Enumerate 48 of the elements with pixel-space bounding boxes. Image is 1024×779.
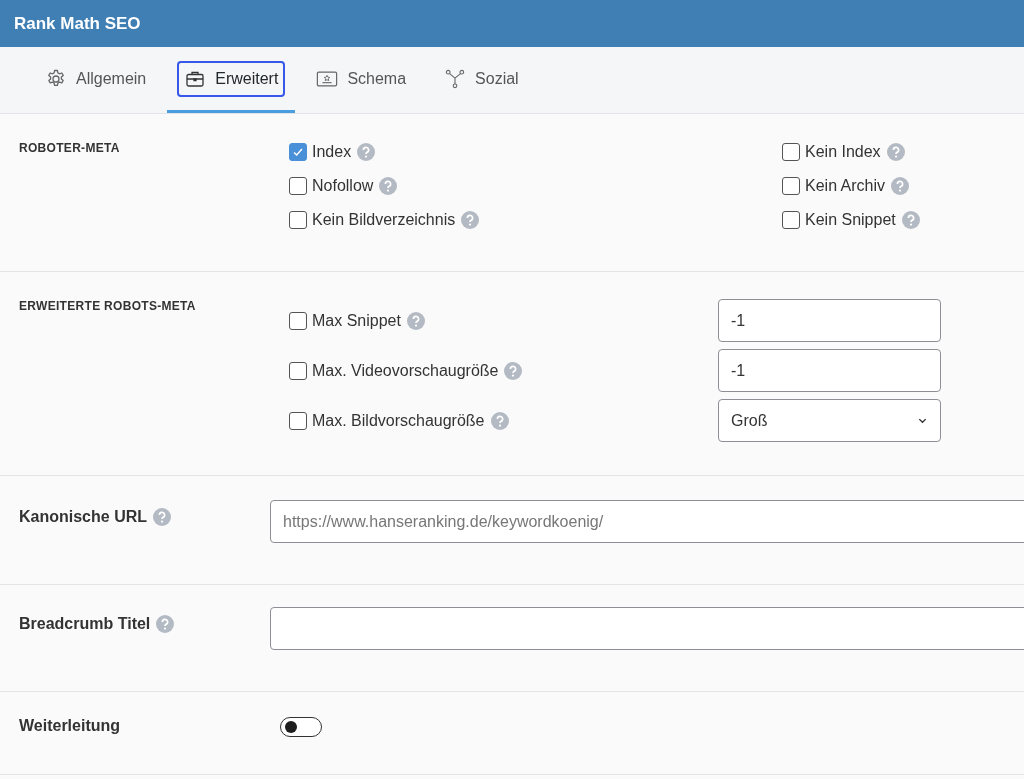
share-icon — [444, 68, 467, 89]
toggle-switch[interactable] — [280, 717, 322, 737]
checkbox-label: Max. Videovorschaugröße — [312, 361, 499, 380]
tab[interactable]: Allgemein — [28, 47, 164, 113]
tab[interactable]: Erweitert — [167, 47, 296, 113]
help-icon[interactable] — [901, 211, 920, 229]
section-heading: ERWEITERTE ROBOTS-META — [18, 299, 197, 315]
checkbox[interactable] — [782, 211, 800, 229]
panel-title: Rank Math SEO — [14, 13, 141, 34]
help-icon[interactable] — [153, 508, 171, 526]
checkbox[interactable] — [289, 311, 307, 330]
dropdown[interactable]: Groß — [718, 399, 941, 442]
help-icon[interactable] — [406, 311, 425, 330]
checkbox-label: Max Snippet — [312, 311, 401, 330]
section-heading: ROBOTER-META — [18, 141, 121, 157]
checkbox[interactable] — [782, 177, 800, 195]
help-icon[interactable] — [156, 615, 175, 633]
checkbox[interactable] — [289, 361, 307, 380]
checkbox-label: Nofollow — [312, 177, 374, 195]
checkbox[interactable] — [782, 143, 800, 161]
number-field[interactable]: -1 — [718, 299, 941, 342]
certificate-icon — [316, 68, 339, 89]
help-icon[interactable] — [379, 177, 398, 195]
number-field[interactable]: -1 — [718, 349, 941, 392]
breadcrumb-title-field[interactable] — [270, 607, 1024, 650]
settings-icon — [45, 68, 67, 89]
field-label: Weiterleitung — [19, 717, 121, 735]
url-field[interactable]: https://www.hanseranking.de/keywordkoenig/ — [270, 500, 1024, 543]
help-icon[interactable] — [886, 143, 905, 161]
help-icon[interactable] — [461, 211, 480, 229]
tab[interactable]: Schema — [299, 47, 424, 113]
checkbox-label: Kein Archiv — [805, 177, 886, 195]
field-label: Breadcrumb Titel — [19, 615, 151, 633]
checkbox-label: Max. Bildvorschaugröße — [312, 411, 485, 430]
help-icon[interactable] — [891, 177, 910, 195]
field-label: Kanonische URL — [19, 508, 147, 526]
checkbox-label: Kein Snippet — [805, 211, 896, 229]
checkbox[interactable] — [289, 177, 307, 195]
checkbox-label: Kein Bildverzeichnis — [312, 211, 456, 229]
help-icon[interactable] — [357, 143, 376, 161]
checkbox[interactable] — [289, 211, 307, 229]
checkbox[interactable] — [289, 143, 307, 161]
checkbox-label: Index — [312, 143, 352, 161]
help-icon[interactable] — [490, 411, 509, 430]
tab[interactable]: Sozial — [427, 47, 536, 113]
checkbox[interactable] — [289, 411, 307, 430]
help-icon[interactable] — [504, 361, 523, 380]
checkbox-label: Kein Index — [805, 143, 881, 161]
